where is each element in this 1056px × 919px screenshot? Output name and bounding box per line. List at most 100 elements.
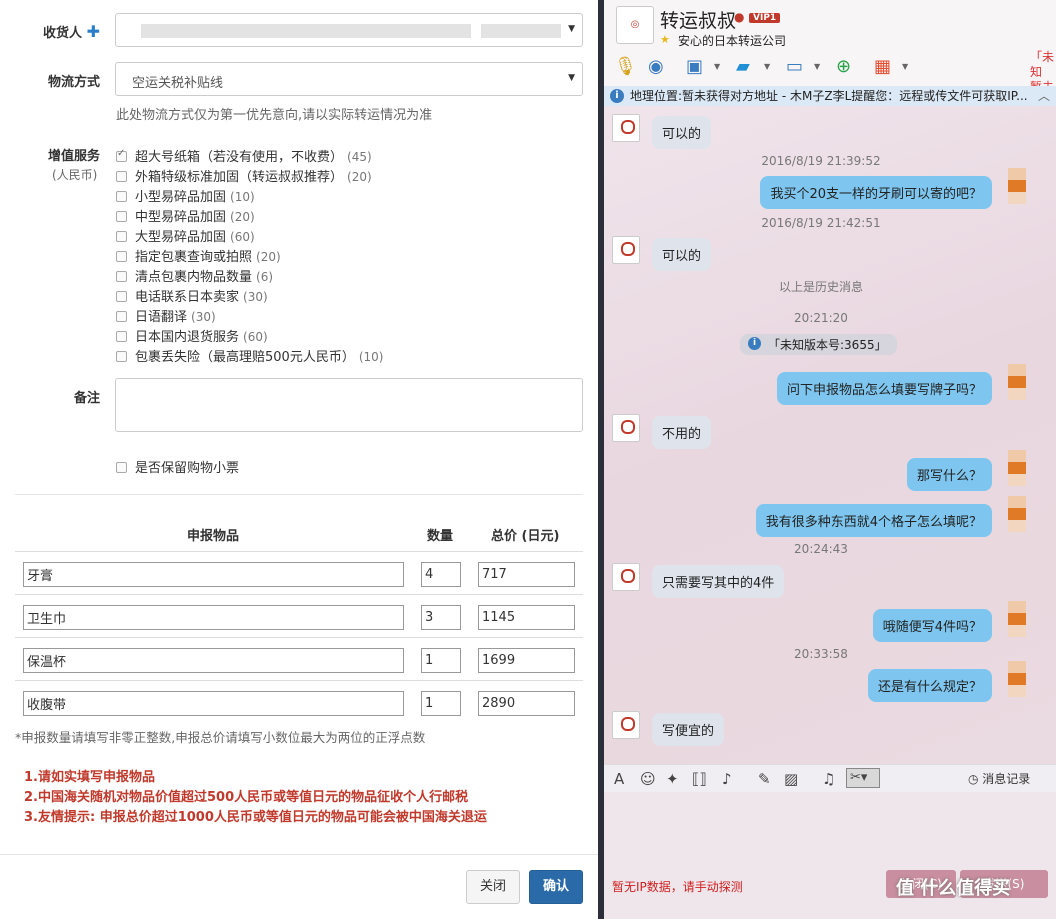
emoji-icon[interactable]: ☺ bbox=[640, 770, 656, 788]
item-price-input[interactable] bbox=[478, 691, 575, 716]
user-avatar[interactable] bbox=[1008, 450, 1026, 486]
service-label: 指定包裹查询或拍照 bbox=[135, 250, 253, 265]
checkbox-box[interactable] bbox=[116, 291, 127, 302]
contact-avatar[interactable] bbox=[612, 236, 640, 264]
user-avatar[interactable] bbox=[1008, 601, 1026, 637]
keep-receipt-label: 是否保留购物小票 bbox=[135, 461, 240, 476]
remote-desktop-icon[interactable]: ▭ bbox=[786, 56, 803, 77]
watermark-logo: 值 什么值得买 bbox=[896, 878, 1011, 899]
recipient-select[interactable]: ▼ bbox=[115, 13, 583, 47]
shake-icon[interactable]: ✦ bbox=[666, 770, 679, 788]
collapse-icon[interactable]: ︿ bbox=[1038, 86, 1050, 106]
value-added-currency: (人民币) bbox=[52, 168, 98, 182]
vibrate-icon[interactable]: ⟦⟧ bbox=[692, 770, 707, 788]
user-avatar[interactable] bbox=[1008, 364, 1026, 400]
service-checkbox[interactable]: 大型易碎品加固 (60) bbox=[116, 226, 255, 245]
item-qty-input[interactable] bbox=[421, 605, 461, 630]
declare-note: *申报数量请填写非零正整数,申报总价请填写小数位最大为两位的正浮点数 bbox=[15, 730, 426, 745]
voice-message-icon[interactable]: ♪ bbox=[722, 770, 732, 788]
contact-avatar[interactable] bbox=[612, 114, 640, 142]
history-button[interactable]: ◷ 消息记录 bbox=[968, 770, 1030, 787]
checkbox-box[interactable] bbox=[116, 351, 127, 362]
service-label: 外箱特级标准加固（转运叔叔推荐） bbox=[135, 170, 344, 185]
qq-penguin-icon: ● bbox=[734, 10, 745, 24]
item-qty-input[interactable] bbox=[421, 691, 461, 716]
service-fee: (6) bbox=[256, 270, 274, 284]
star-icon: ★ bbox=[660, 33, 670, 46]
microphone-icon[interactable]: 🎙 bbox=[614, 56, 637, 77]
checkbox-box[interactable] bbox=[116, 191, 127, 202]
keep-receipt-checkbox[interactable]: 是否保留购物小票 bbox=[116, 457, 239, 476]
checkbox-box[interactable] bbox=[116, 462, 127, 473]
contact-avatar[interactable] bbox=[612, 711, 640, 739]
table-row bbox=[15, 637, 583, 680]
item-name-input[interactable] bbox=[23, 562, 404, 587]
font-icon[interactable]: A bbox=[614, 770, 624, 788]
add-chat-icon[interactable]: ⊕ bbox=[836, 56, 851, 77]
dropdown-arrow-icon[interactable]: ▼ bbox=[764, 62, 770, 71]
service-fee: (30) bbox=[191, 310, 216, 324]
service-checkbox[interactable]: 指定包裹查询或拍照 (20) bbox=[116, 246, 281, 265]
item-price-input[interactable] bbox=[478, 648, 575, 673]
service-checkbox[interactable]: 包裹丢失险（最高理赔500元人民币） (10) bbox=[116, 346, 383, 365]
remark-textarea[interactable] bbox=[115, 378, 583, 432]
screenshot-scissors-icon[interactable]: ✂▾ bbox=[846, 768, 880, 788]
music-icon[interactable]: ♫ bbox=[822, 770, 835, 788]
checkbox-box[interactable] bbox=[116, 171, 127, 182]
contact-avatar[interactable] bbox=[612, 563, 640, 591]
item-name-input[interactable] bbox=[23, 648, 404, 673]
service-fee: (10) bbox=[358, 350, 384, 364]
image-icon[interactable]: ▨ bbox=[784, 770, 798, 788]
shipping-hint: 此处物流方式仅为第一优先意向,请以实际转运情况为准 bbox=[116, 108, 433, 123]
item-price-input[interactable] bbox=[478, 605, 575, 630]
screen-share-icon[interactable]: ▣ bbox=[686, 56, 703, 77]
outgoing-message: 问下申报物品怎么填要写牌子吗？ bbox=[776, 372, 992, 405]
timestamp: 2016/8/19 21:39:52 bbox=[761, 154, 881, 168]
service-checkbox[interactable]: 中型易碎品加固 (20) bbox=[116, 206, 255, 225]
service-checkbox[interactable]: 超大号纸箱（若没有使用，不收费）(45) bbox=[116, 146, 372, 165]
chat-header: ◎ 转运叔叔 ● VIP1 ★ 安心的日本转运公司 「未知暂未 🎙 ◉ ▣ ▼ … bbox=[604, 0, 1056, 94]
checkbox-box[interactable] bbox=[116, 251, 127, 262]
send-file-icon[interactable]: ▰ bbox=[736, 56, 750, 77]
item-price-input[interactable] bbox=[478, 562, 575, 587]
dropdown-caret-icon: ▼ bbox=[568, 73, 575, 83]
checkbox-box[interactable] bbox=[116, 211, 127, 222]
checkbox-box[interactable] bbox=[116, 311, 127, 322]
checkbox-box[interactable] bbox=[116, 231, 127, 242]
checkbox-box[interactable] bbox=[116, 148, 127, 162]
item-name-input[interactable] bbox=[23, 691, 404, 716]
service-checkbox[interactable]: 电话联系日本卖家 (30) bbox=[116, 286, 268, 305]
service-fee: (45) bbox=[347, 150, 372, 164]
dropdown-arrow-icon[interactable]: ▼ bbox=[814, 62, 820, 71]
location-info-text: 地理位置:暂未获得对方地址 - 木M子Z李L提醒您：远程或传文件可获取IP... bbox=[630, 89, 1028, 103]
info-icon: i bbox=[748, 337, 761, 350]
plus-icon[interactable]: ✚ bbox=[87, 22, 100, 41]
service-checkbox[interactable]: 清点包裹内物品数量 (6) bbox=[116, 266, 273, 285]
user-avatar[interactable] bbox=[1008, 168, 1026, 204]
checkbox-box[interactable] bbox=[116, 271, 127, 282]
close-button[interactable]: 关闭 bbox=[466, 870, 520, 904]
service-checkbox[interactable]: 小型易碎品加固 (10) bbox=[116, 186, 255, 205]
dropdown-arrow-icon[interactable]: ▼ bbox=[714, 62, 720, 71]
service-checkbox[interactable]: 日本国内退货服务 (60) bbox=[116, 326, 268, 345]
user-avatar[interactable] bbox=[1008, 496, 1026, 532]
item-name-input[interactable] bbox=[23, 605, 404, 630]
item-qty-input[interactable] bbox=[421, 562, 461, 587]
checkbox-box[interactable] bbox=[116, 331, 127, 342]
service-fee: (10) bbox=[230, 190, 255, 204]
message-input-area[interactable]: 暂无IP数据，请手动探测 关闭(C) 发送(S) 值 什么值得买 bbox=[604, 792, 1056, 919]
item-qty-input[interactable] bbox=[421, 648, 461, 673]
company-logo: ◎ bbox=[616, 6, 654, 44]
edit-icon[interactable]: ✎ bbox=[758, 770, 771, 788]
webcam-icon[interactable]: ◉ bbox=[648, 56, 664, 77]
service-checkbox[interactable]: 日语翻译 (30) bbox=[116, 306, 216, 325]
info-icon: i bbox=[610, 89, 624, 103]
warning-1: 1.请如实填写申报物品 bbox=[24, 770, 155, 785]
service-checkbox[interactable]: 外箱特级标准加固（转运叔叔推荐） (20) bbox=[116, 166, 372, 185]
dropdown-arrow-icon[interactable]: ▼ bbox=[902, 62, 908, 71]
confirm-button[interactable]: 确认 bbox=[529, 870, 583, 904]
contact-avatar[interactable] bbox=[612, 414, 640, 442]
user-avatar[interactable] bbox=[1008, 661, 1026, 697]
apps-grid-icon[interactable]: ▦ bbox=[874, 56, 891, 77]
shipping-method-select[interactable]: 空运关税补贴线 ▼ bbox=[115, 62, 583, 96]
